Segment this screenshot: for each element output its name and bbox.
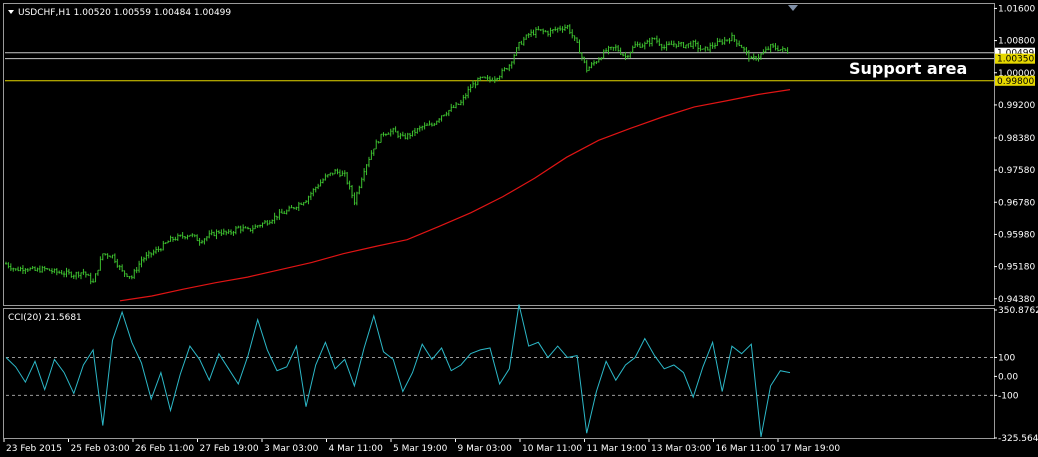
trading-chart: 1.016001.008001.000000.992000.983800.975…: [3, 3, 1038, 454]
indicator-panel-frame: [3, 308, 995, 439]
symbol-header: USDCHF,H1 1.00520 1.00559 1.00484 1.0049…: [18, 8, 231, 18]
triangle-down-icon[interactable]: [8, 10, 14, 14]
cci-panel: [5, 304, 994, 437]
price-axis-label: 1.00800: [998, 37, 1035, 47]
indicator-header: CCI(20) 21.5681: [8, 313, 82, 323]
price-axis-label: 0.94380: [998, 295, 1035, 305]
price-axis-label: 0.96780: [998, 198, 1035, 208]
time-axis-label: 5 Mar 19:00: [393, 444, 448, 454]
time-axis-label: 4 Mar 11:00: [329, 444, 384, 454]
time-axis-label: 13 Mar 03:00: [651, 444, 711, 454]
cci-line: [5, 304, 791, 437]
price-axis-label: 0.95180: [998, 263, 1035, 273]
cci-axis-label: 0.00: [998, 372, 1018, 382]
price-axis-label: 0.97580: [998, 166, 1035, 176]
time-axis-label: 17 Mar 19:00: [780, 444, 840, 454]
time-axis-label: 3 Mar 03:00: [264, 444, 319, 454]
moving-average-line: [119, 89, 791, 302]
cci-axis-label: 100: [998, 353, 1015, 363]
time-axis-label: 23 Feb 2015: [6, 444, 62, 454]
price-panel: [5, 24, 994, 302]
time-axis-label: 10 Mar 11:00: [522, 444, 582, 454]
price-axis-label: 0.99200: [998, 101, 1035, 111]
cci-axis-label: -100: [998, 391, 1019, 401]
time-axis-label: 11 Mar 19:00: [587, 444, 647, 454]
cci-axis-label: -325.5649: [998, 434, 1038, 444]
cci-axis-label: 350.8762: [998, 306, 1038, 316]
time-axis-label: 25 Feb 03:00: [71, 444, 130, 454]
time-axis-label: 16 Mar 11:00: [716, 444, 776, 454]
resistance-price-tag-label: 1.00350: [997, 55, 1034, 65]
support-price-tag-label: 0.99800: [997, 77, 1034, 87]
price-panel-frame: [3, 3, 995, 306]
price-axis-label: 0.98380: [998, 134, 1035, 144]
time-axis-label: 9 Mar 03:00: [458, 444, 513, 454]
price-axis-label: 0.95980: [998, 230, 1035, 240]
triangle-down-icon[interactable]: [788, 5, 798, 11]
price-axis-label: 1.01600: [998, 4, 1035, 14]
support-area-annotation: Support area: [849, 59, 967, 78]
time-axis-label: 26 Feb 11:00: [135, 444, 194, 454]
time-axis-label: 27 Feb 19:00: [200, 444, 259, 454]
